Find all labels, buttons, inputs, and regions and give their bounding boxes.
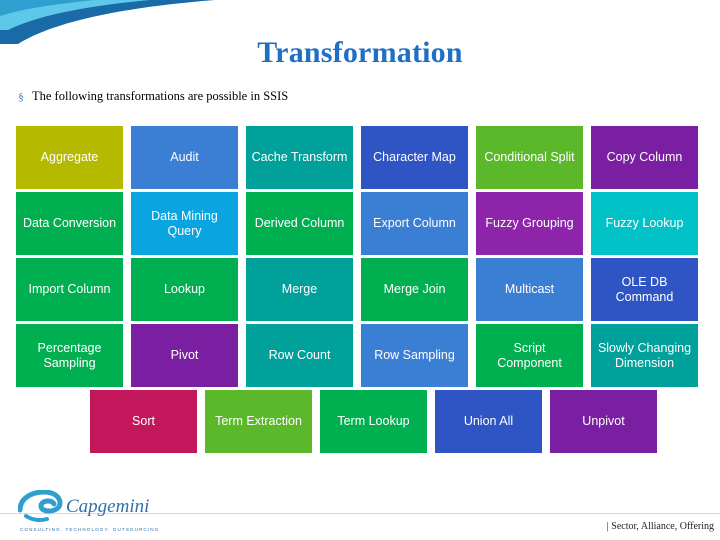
transformation-cell[interactable]: Sort: [90, 390, 197, 453]
grid-row: Import Column Lookup Merge Merge Join Mu…: [16, 258, 706, 321]
transformation-cell[interactable]: Pivot: [131, 324, 238, 387]
transformation-cell[interactable]: Copy Column: [591, 126, 698, 189]
transformation-cell[interactable]: Term Lookup: [320, 390, 427, 453]
transformation-cell[interactable]: Term Extraction: [205, 390, 312, 453]
transformation-cell[interactable]: Import Column: [16, 258, 123, 321]
transformation-cell[interactable]: Conditional Split: [476, 126, 583, 189]
transformation-cell[interactable]: Unpivot: [550, 390, 657, 453]
transformation-cell[interactable]: Slowly Changing Dimension: [591, 324, 698, 387]
transformation-cell[interactable]: Character Map: [361, 126, 468, 189]
transformation-cell[interactable]: Union All: [435, 390, 542, 453]
grid-row: Sort Term Extraction Term Lookup Union A…: [16, 390, 706, 453]
capgemini-logo-icon: Capgemini: [17, 489, 149, 522]
transformation-cell[interactable]: Audit: [131, 126, 238, 189]
transformation-cell[interactable]: Fuzzy Grouping: [476, 192, 583, 255]
svg-text:Capgemini: Capgemini: [66, 496, 149, 517]
transformation-cell[interactable]: Data Mining Query: [131, 192, 238, 255]
transformation-cell[interactable]: Script Component: [476, 324, 583, 387]
transformation-cell[interactable]: Merge Join: [361, 258, 468, 321]
transformation-cell[interactable]: Row Sampling: [361, 324, 468, 387]
grid-row: Aggregate Audit Cache Transform Characte…: [16, 126, 706, 189]
transformation-cell[interactable]: Export Column: [361, 192, 468, 255]
transformation-cell[interactable]: Aggregate: [16, 126, 123, 189]
bullet-text: The following transformations are possib…: [32, 89, 289, 103]
logo-tagline: CONSULTING. TECHNOLOGY. OUTSOURCING: [20, 527, 160, 532]
transformation-grid: Aggregate Audit Cache Transform Characte…: [16, 126, 706, 456]
transformation-cell[interactable]: Cache Transform: [246, 126, 353, 189]
bullet-marker-icon: §: [18, 91, 24, 103]
grid-row: Data Conversion Data Mining Query Derive…: [16, 192, 706, 255]
transformation-cell[interactable]: OLE DB Command: [591, 258, 698, 321]
transformation-cell[interactable]: Multicast: [476, 258, 583, 321]
transformation-cell[interactable]: Percentage Sampling: [16, 324, 123, 387]
transformation-cell[interactable]: Merge: [246, 258, 353, 321]
transformation-cell[interactable]: Data Conversion: [16, 192, 123, 255]
transformation-cell[interactable]: Row Count: [246, 324, 353, 387]
transformation-cell[interactable]: Derived Column: [246, 192, 353, 255]
bullet-row: § The following transformations are poss…: [10, 88, 710, 105]
capgemini-logo: Capgemini: [17, 489, 198, 530]
grid-row: Percentage Sampling Pivot Row Count Row …: [16, 324, 706, 387]
page-title: Transformation: [257, 36, 463, 69]
transformation-cell[interactable]: Lookup: [131, 258, 238, 321]
transformation-cell[interactable]: Fuzzy Lookup: [591, 192, 698, 255]
footer-note: | Sector, Alliance, Offering: [606, 521, 714, 532]
